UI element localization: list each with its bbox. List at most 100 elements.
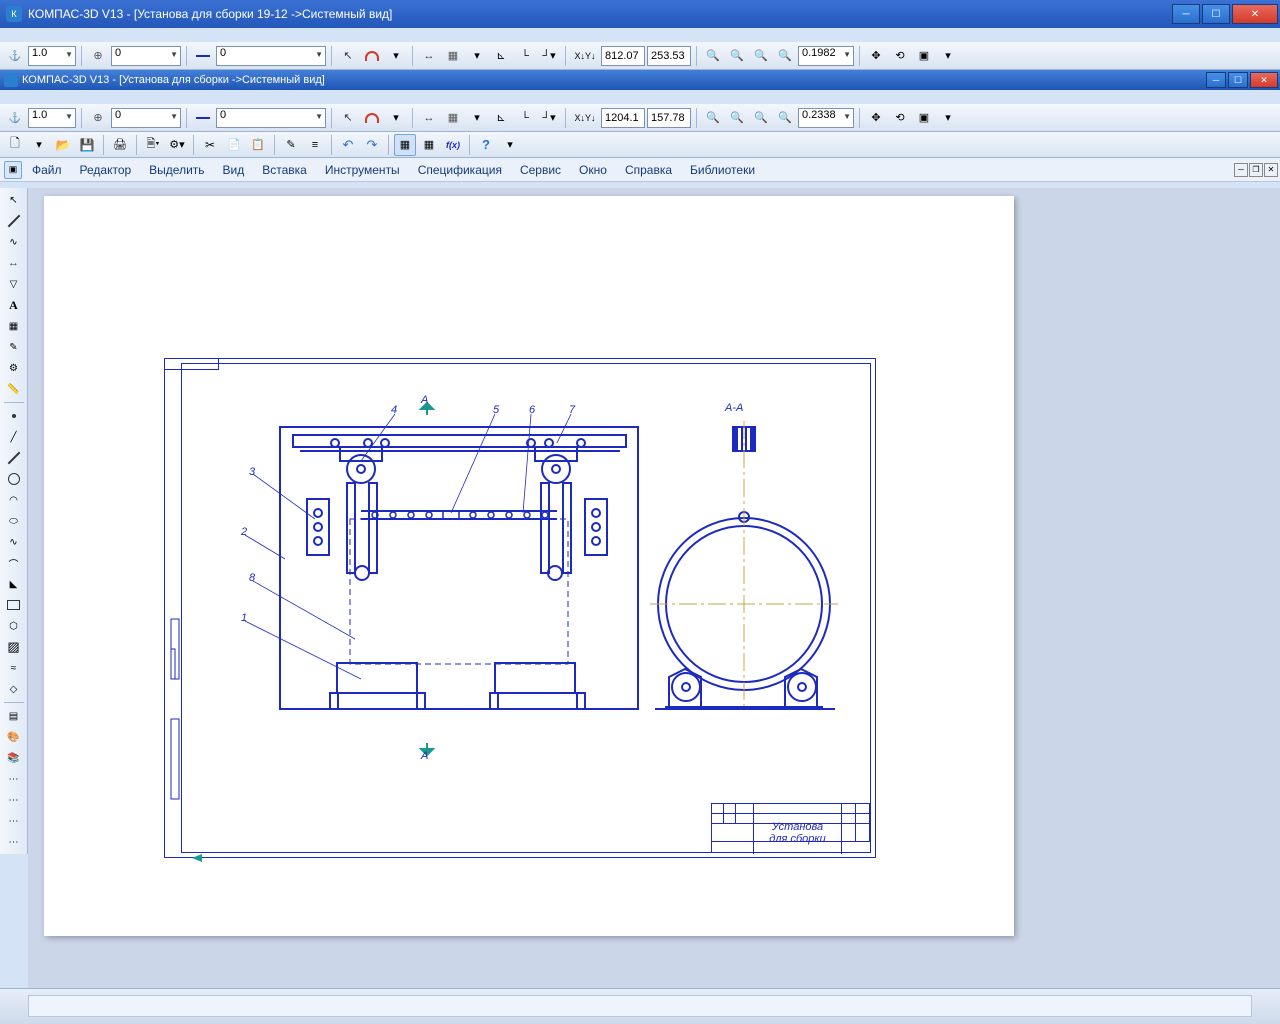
tool-hatch[interactable]	[3, 637, 25, 657]
zoom-out-icon-2[interactable]	[750, 107, 772, 129]
ortho-icon[interactable]: ⊾	[490, 45, 512, 67]
tool-polyline[interactable]: ∿	[3, 232, 25, 252]
cut-button[interactable]	[199, 134, 221, 156]
step-icon-2[interactable]	[87, 107, 109, 129]
coord-y-input[interactable]	[647, 46, 691, 66]
print-button[interactable]	[109, 134, 131, 156]
menu-libraries[interactable]: Библиотеки	[682, 160, 763, 180]
tool-layer[interactable]: ▤	[3, 706, 25, 726]
refresh-view-icon-2[interactable]: ⟲	[889, 107, 911, 129]
maximize-button[interactable]: ☐	[1202, 4, 1230, 24]
local-cs-icon[interactable]: └	[514, 45, 536, 67]
current-scale-icon-2[interactable]	[4, 107, 26, 129]
menu-help[interactable]: Справка	[617, 160, 680, 180]
magnet-icon[interactable]	[337, 45, 359, 67]
grid-dd-icon[interactable]: ▾	[466, 45, 488, 67]
more-icon[interactable]: ▾	[937, 45, 959, 67]
tool-segment[interactable]	[3, 448, 25, 468]
tool-more4[interactable]: ⋯	[3, 832, 25, 852]
coord-x-input-2[interactable]	[601, 108, 645, 128]
undo-button[interactable]	[337, 134, 359, 156]
menu-select[interactable]: Выделить	[141, 160, 212, 180]
tool-edit[interactable]: ✎	[3, 337, 25, 357]
grid-icon-2[interactable]	[442, 107, 464, 129]
tool-table[interactable]: ▦	[3, 316, 25, 336]
cursor-icon-2[interactable]	[337, 107, 359, 129]
window-frame-icon-2[interactable]: ▣	[913, 107, 935, 129]
coord-y-input-2[interactable]	[647, 108, 691, 128]
tool-circle[interactable]	[3, 469, 25, 489]
drawing-page[interactable]: А А 4 5 6 7 3 2 8 1 А-А	[44, 196, 1014, 936]
save-button[interactable]	[76, 134, 98, 156]
fx-button[interactable]	[442, 134, 464, 156]
zoom-in-icon[interactable]	[726, 45, 748, 67]
angle-snap-icon-2[interactable]	[418, 107, 440, 129]
tool-param[interactable]: ⚙	[3, 358, 25, 378]
tool-spline[interactable]: ∿	[3, 532, 25, 552]
zoom-select-2[interactable]: 0.2338▼	[798, 108, 854, 128]
tool-ellipse[interactable]: ⬭	[3, 511, 25, 531]
menu-insert[interactable]: Вставка	[254, 160, 315, 180]
round-icon[interactable]: ┘▾	[538, 45, 560, 67]
new-button[interactable]	[4, 134, 26, 156]
zoom-out-icon[interactable]	[750, 45, 772, 67]
linestyle-icon-2[interactable]	[192, 107, 214, 129]
menu-tools[interactable]: Инструменты	[317, 160, 408, 180]
more-icon-2[interactable]: ▾	[937, 107, 959, 129]
tool-rough[interactable]: ▽	[3, 274, 25, 294]
dropdown-arrow-icon[interactable]: ▾	[385, 45, 407, 67]
props-button[interactable]: ⚙▾	[166, 134, 188, 156]
snap-magnet-2[interactable]	[361, 107, 383, 129]
tool-more2[interactable]: ⋯	[3, 790, 25, 810]
tool-more1[interactable]: ⋯	[3, 769, 25, 789]
tool-more3[interactable]: ⋯	[3, 811, 25, 831]
current-scale-icon[interactable]	[4, 45, 26, 67]
menu-specification[interactable]: Спецификация	[410, 160, 510, 180]
mdi-minimize[interactable]: ─	[1234, 163, 1248, 177]
tool-equid[interactable]: ≈	[3, 658, 25, 678]
menu-file[interactable]: Файл	[24, 160, 70, 180]
zoom-fit-icon-2[interactable]	[702, 107, 724, 129]
preview-button[interactable]: 🗎▾	[142, 134, 164, 156]
linestyle-icon[interactable]	[192, 45, 214, 67]
layers-button[interactable]: ≡	[304, 134, 326, 156]
tool-chamfer[interactable]: ◣	[3, 574, 25, 594]
tool-color[interactable]: 🎨	[3, 727, 25, 747]
close-button[interactable]: ✕	[1232, 4, 1278, 24]
zoom-fit-icon[interactable]	[702, 45, 724, 67]
tool-fillet[interactable]: ⌒	[3, 553, 25, 573]
minimize-button[interactable]: ─	[1172, 4, 1200, 24]
ortho-icon-2[interactable]: ⊾	[490, 107, 512, 129]
app-menu-icon[interactable]: ▣	[4, 161, 22, 179]
tool-measure[interactable]: 📏	[3, 379, 25, 399]
mdi-restore[interactable]: ❐	[1249, 163, 1263, 177]
menu-window[interactable]: Окно	[571, 160, 615, 180]
doc-minimize-button[interactable]: ─	[1206, 72, 1226, 88]
tool-polygon[interactable]: ⬡	[3, 616, 25, 636]
grid-dd-icon-2[interactable]: ▾	[466, 107, 488, 129]
pan-icon-2[interactable]: ✥	[865, 107, 887, 129]
drawing-workspace[interactable]: А А 4 5 6 7 3 2 8 1 А-А	[28, 188, 1280, 988]
scale-select-2[interactable]: 1.0▼	[28, 108, 76, 128]
open-button[interactable]	[52, 134, 74, 156]
menu-service[interactable]: Сервис	[512, 160, 569, 180]
copy-button[interactable]	[223, 134, 245, 156]
doc-maximize-button[interactable]: ☐	[1228, 72, 1248, 88]
paste-button[interactable]	[247, 134, 269, 156]
tool-point[interactable]	[3, 406, 25, 426]
refresh-view-icon[interactable]: ⟲	[889, 45, 911, 67]
step-icon[interactable]	[87, 45, 109, 67]
step-select-2[interactable]: 0▼	[111, 108, 181, 128]
zoom-window-icon[interactable]	[774, 45, 796, 67]
linestyle-select[interactable]: 0▼	[216, 46, 326, 66]
tool-text[interactable]	[3, 295, 25, 315]
help-dd[interactable]: ▾	[499, 134, 521, 156]
zoom-in-icon-2[interactable]	[726, 107, 748, 129]
pan-icon[interactable]: ✥	[865, 45, 887, 67]
linestyle-select-2[interactable]: 0▼	[216, 108, 326, 128]
step-select[interactable]: 0▼	[111, 46, 181, 66]
whats-this-button[interactable]	[475, 134, 497, 156]
tool-lib[interactable]: 📚	[3, 748, 25, 768]
round-icon-2[interactable]: ┘▾	[538, 107, 560, 129]
angle-snap-icon[interactable]	[418, 45, 440, 67]
